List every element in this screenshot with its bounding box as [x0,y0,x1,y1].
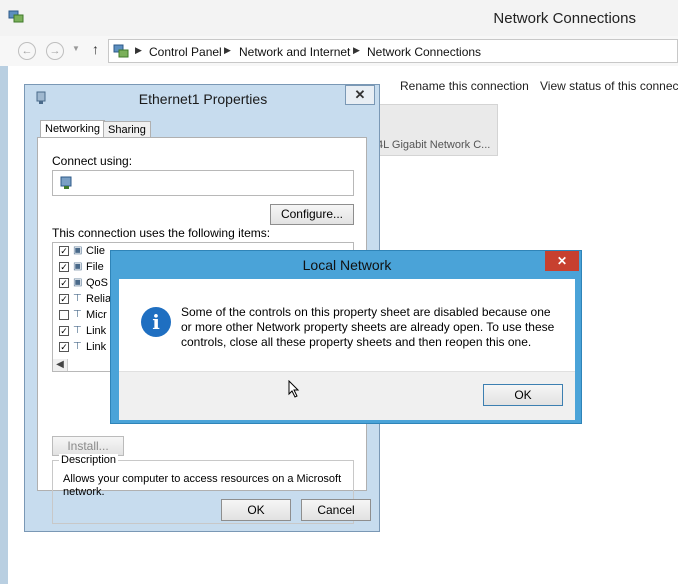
network-connections-icon [8,8,24,24]
up-icon[interactable]: ↑ [92,41,99,57]
back-icon[interactable]: ← [18,42,36,60]
recent-locations-icon[interactable]: ▼ [72,44,80,53]
checkbox[interactable]: ✓ [59,326,69,336]
configure-button[interactable]: Configure... [270,204,354,225]
checkbox[interactable]: ✓ [59,262,69,272]
ok-button[interactable]: OK [483,384,563,406]
install-button[interactable]: Install... [52,436,124,456]
service-icon: ▣ [73,261,83,272]
service-icon: ▣ [73,277,83,288]
scroll-left-icon[interactable]: ◀ [53,359,68,371]
description-text: Allows your computer to access resources… [63,473,342,498]
forward-icon[interactable]: → [46,42,64,60]
window-title: Network Connections [493,10,636,27]
checkbox[interactable]: ✓ [59,342,69,352]
dialog-title: Ethernet1 Properties [138,91,268,107]
main-titlebar: Network Connections [0,0,678,36]
ok-button[interactable]: OK [221,499,291,521]
cancel-button[interactable]: Cancel [301,499,371,521]
info-icon: i [141,307,171,337]
breadcrumb-network-and-internet[interactable]: Network and Internet [239,45,350,59]
rename-connection-command[interactable]: Rename this connection [400,79,529,93]
connect-using-label: Connect using: [52,154,133,168]
checkbox[interactable] [59,310,69,320]
protocol-icon: ⊤ [73,293,82,304]
description-legend: Description [59,454,119,466]
checkbox[interactable]: ✓ [59,294,69,304]
message-box-title: Local Network [302,257,392,273]
breadcrumb-network-connections[interactable]: Network Connections [367,45,481,59]
items-label: This connection uses the following items… [52,226,271,240]
navigation-bar: ← → ▼ ↑ ▶ Control Panel ▶ Network and In… [0,36,678,66]
close-icon[interactable]: ✕ [545,251,579,271]
address-bar[interactable]: ▶ Control Panel ▶ Network and Internet ▶… [108,39,678,63]
protocol-icon: ⊤ [73,309,82,320]
client-icon: ▣ [73,245,83,256]
adapter-icon [59,175,75,194]
control-panel-icon [113,43,129,62]
checkbox[interactable]: ✓ [59,278,69,288]
view-status-command[interactable]: View status of this connecti [540,79,678,93]
window-frame-edge [0,66,8,584]
breadcrumb-separator-icon: ▶ [353,45,360,55]
protocol-icon: ⊤ [73,325,82,336]
message-box-body: i Some of the controls on this property … [119,279,575,420]
local-network-message-box: Local Network ✕ i Some of the controls o… [110,250,582,424]
message-text: Some of the controls on this property sh… [181,305,555,349]
breadcrumb-control-panel[interactable]: Control Panel [149,45,222,59]
protocol-icon: ⊤ [73,341,82,352]
breadcrumb-separator-icon: ▶ [135,45,142,55]
adapter-field[interactable] [52,170,354,196]
close-icon[interactable]: ✕ [345,85,375,105]
checkbox[interactable]: ✓ [59,246,69,256]
breadcrumb-separator-icon: ▶ [224,45,231,55]
message-box-footer: OK [119,371,575,420]
network-adapter-tile[interactable]: 4L Gigabit Network C... [370,104,498,156]
adapter-tile-label: 4L Gigabit Network C... [377,139,491,151]
mouse-cursor-icon [288,379,300,401]
